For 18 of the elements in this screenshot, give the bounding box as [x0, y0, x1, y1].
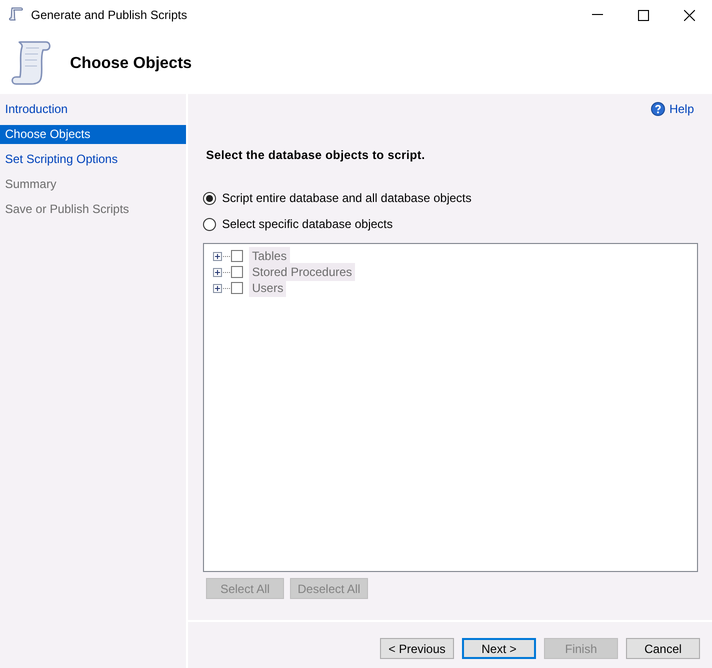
- minimize-icon: [592, 14, 602, 16]
- sidebar-item[interactable]: Introduction: [0, 97, 186, 122]
- radio-button[interactable]: [203, 218, 216, 230]
- sidebar-item[interactable]: Choose Objects: [0, 125, 186, 144]
- dialog-button[interactable]: Cancel: [626, 638, 700, 659]
- close-icon: [684, 10, 694, 20]
- radio-label[interactable]: Script entire database and all database objects: [222, 189, 472, 207]
- sidebar-item[interactable]: Set Scripting Options: [0, 147, 186, 172]
- maximize-icon: [638, 10, 648, 20]
- radio-label[interactable]: Select specific database objects: [222, 215, 393, 233]
- page-title: Choose Objects: [70, 54, 192, 74]
- window-title: Generate and Publish Scripts: [31, 7, 188, 24]
- dialog-button[interactable]: Next >: [462, 638, 536, 659]
- help-link[interactable]: Help: [651, 100, 694, 118]
- section-heading: Select the database objects to script.: [206, 147, 426, 164]
- help-icon: [651, 102, 666, 116]
- radio-button[interactable]: [203, 192, 216, 204]
- dialog-button[interactable]: < Previous: [380, 638, 454, 659]
